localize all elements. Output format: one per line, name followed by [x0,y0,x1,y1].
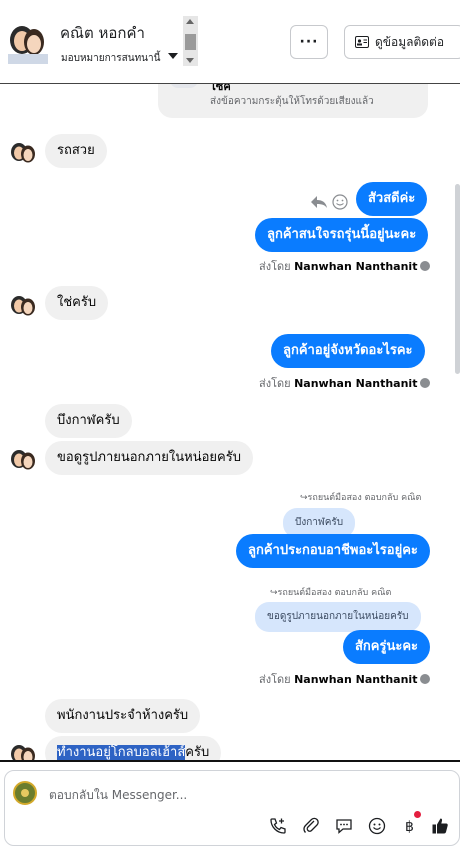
thread-scrollbar[interactable] [455,184,460,374]
incoming-message[interactable]: พนักงานประจำห้างครับ [45,699,201,733]
outgoing-message[interactable]: ลูกค้าอยู่จังหวัดอะไรคะ [271,334,425,368]
sender-avatar[interactable] [8,445,38,475]
header-scrollbar[interactable] [183,16,198,66]
info-icon[interactable] [420,674,431,684]
view-contact-info-button[interactable]: ดูข้อมูลติดต่อ [344,25,460,59]
emoji-icon[interactable] [366,815,388,837]
attach-icon[interactable] [300,815,322,837]
outgoing-message[interactable]: สักครู่นะคะ [343,630,431,664]
assign-conversation-dropdown[interactable]: มอบหมายการสนทนานี้ [61,51,160,66]
more-options-button[interactable]: ··· [290,25,328,59]
scroll-up-icon[interactable] [186,19,194,24]
saved-reply-icon[interactable] [333,815,355,837]
message-text: ครับ [185,745,210,760]
outgoing-message[interactable]: ลูกค้าสนใจรถรุ่นนี้อยู่นะคะ [255,218,429,252]
system-message-text: ส่งข้อความกระตุ้นให้โทรด้วยเสียงแล้ว [210,96,374,107]
contact-card-icon [355,36,369,48]
info-icon[interactable] [420,378,431,388]
sender-avatar[interactable] [8,291,38,321]
reply-icon[interactable] [310,194,328,210]
scroll-down-icon[interactable] [186,58,194,63]
reply-input[interactable]: ตอบกลับใน Messenger... [49,786,187,805]
system-message: โซค ส่งข้อความกระตุ้นให้โทรด้วยเสียงแล้ว [158,84,428,118]
scroll-thumb[interactable] [185,34,196,50]
incoming-message[interactable]: ขอดูรูปภายนอกภายในหน่อยครับ [45,441,253,475]
call-add-icon[interactable] [267,815,289,837]
sent-by-label: ส่งโดย Nanwhan Nanthanit [259,670,431,688]
contact-avatar[interactable] [4,18,48,64]
emoji-icon[interactable] [332,194,348,210]
incoming-message[interactable]: บึงกาฬครับ [45,404,132,438]
incoming-message[interactable]: ใช่ครับ [45,286,109,320]
reply-header: ↪รถยนต์มือสอง ตอบกลับ คณิต [300,493,422,503]
svg-text:฿: ฿ [405,819,414,835]
message-thread[interactable]: โซค ส่งข้อความกระตุ้นให้โทรด้วยเสียงแล้ว… [0,84,460,760]
incoming-message[interactable]: ทำงานอยู่โกลบอลเฮ้าส์ครับ [45,736,222,760]
view-contact-info-label: ดูข้อมูลติดต่อ [375,34,445,49]
like-icon[interactable] [429,815,451,837]
outgoing-message[interactable]: สัวสดีค่ะ [356,182,428,216]
contact-name: คณิต หอกคำ [60,24,145,42]
info-icon[interactable] [420,261,431,271]
sent-by-label: ส่งโดย Nanwhan Nanthanit [259,257,431,275]
sender-avatar[interactable] [8,138,38,168]
call-prompt-icon [170,84,198,88]
selected-text[interactable]: ทำงานอยู่โกลบอลเฮ้าส์ [57,745,186,760]
incoming-message[interactable]: รถสวย [45,134,107,168]
chevron-down-icon[interactable] [168,53,178,59]
reply-composer: ตอบกลับใน Messenger... ฿ [4,770,460,846]
notification-dot [414,811,421,818]
sender-avatar[interactable] [8,740,38,760]
outgoing-message[interactable]: ลูกค้าประกอบอาชีพอะไรอยู่คะ [236,534,430,568]
quoted-message[interactable]: ขอดูรูปภายนอกภายในหน่อยครับ [255,602,421,632]
conversation-header: คณิต หอกคำ มอบหมายการสนทนานี้ ··· ดูข้อม… [0,0,460,84]
reply-header: ↪รถยนต์มือสอง ตอบกลับ คณิต [270,588,392,598]
baht-icon[interactable]: ฿ [399,815,421,837]
page-logo [13,781,37,805]
composer-divider [0,760,460,762]
sent-by-label: ส่งโดย Nanwhan Nanthanit [259,374,431,392]
